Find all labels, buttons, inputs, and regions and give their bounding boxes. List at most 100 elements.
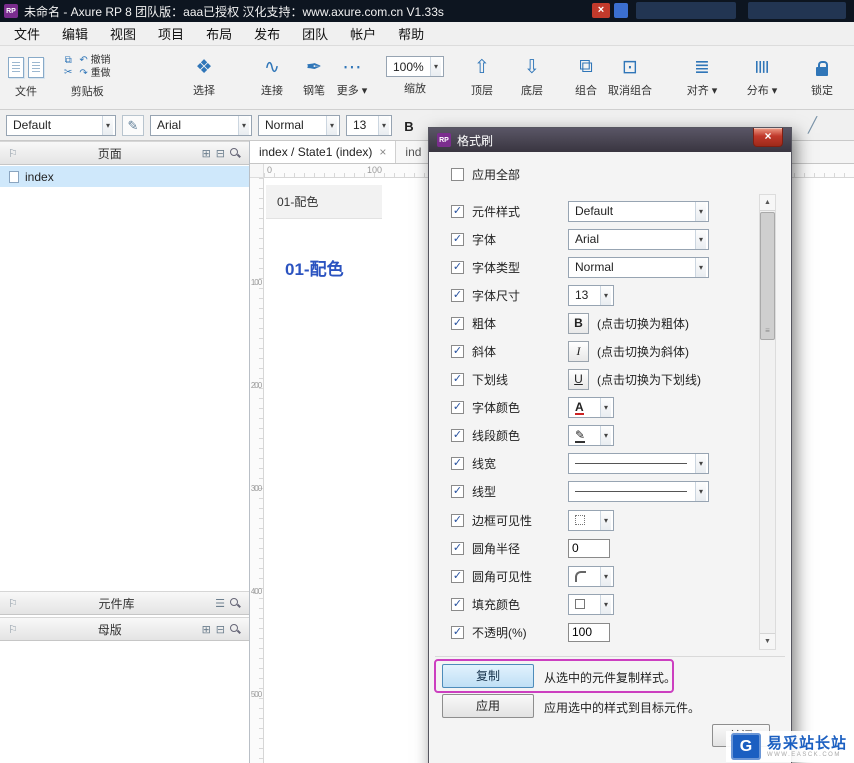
- row-checkbox[interactable]: ✓: [451, 569, 464, 583]
- font-color-picker[interactable]: A ▾: [568, 397, 614, 419]
- zoom-select[interactable]: 100% ▾: [386, 56, 444, 77]
- line-color-picker[interactable]: ✎ ▾: [568, 425, 614, 447]
- dialog-title: 格式刷: [457, 133, 494, 148]
- menu-文件[interactable]: 文件: [8, 24, 46, 43]
- close-icon[interactable]: ×: [379, 145, 386, 159]
- border-visibility-select[interactable]: ▾: [568, 509, 614, 531]
- page-item-index[interactable]: index: [0, 166, 249, 187]
- menu-icon[interactable]: ☰: [215, 597, 225, 610]
- row-checkbox[interactable]: ✓: [451, 260, 464, 274]
- add-master-icon[interactable]: ⊞: [202, 623, 211, 636]
- row-checkbox[interactable]: ✓: [451, 204, 464, 218]
- cut-icon[interactable]: ✂: [64, 67, 72, 79]
- font-size-select[interactable]: 13 ▾: [346, 114, 392, 136]
- format-row: ✓ 字体尺寸 13 ▾: [451, 281, 751, 309]
- connect-icon: ∿: [264, 56, 280, 78]
- row-select[interactable]: Arial ▾: [568, 228, 709, 250]
- row-checkbox[interactable]: ✓: [451, 625, 464, 639]
- row-input[interactable]: [568, 622, 610, 642]
- font-family-value: Arial: [157, 118, 182, 132]
- dialog-titlebar[interactable]: RP 格式刷 ×: [429, 128, 791, 152]
- clipboard-group[interactable]: ⧉ ✂ ↶ 撤销 ↷ 重做 剪贴板: [64, 54, 111, 99]
- line-sample-icon: [575, 491, 687, 493]
- row-input[interactable]: [568, 538, 610, 558]
- row-checkbox[interactable]: ✓: [451, 485, 464, 499]
- new-file-icon[interactable]: [8, 56, 24, 78]
- toolbar-connect-button[interactable]: ∿ 连接: [248, 54, 296, 98]
- row-checkbox[interactable]: ✓: [451, 316, 464, 330]
- apply-all-checkbox[interactable]: [451, 168, 464, 181]
- widget-style-select[interactable]: Default ▾: [6, 114, 116, 136]
- add-folder-icon[interactable]: ⊟: [216, 147, 225, 160]
- scroll-up-icon[interactable]: ▲: [760, 195, 775, 211]
- canvas-heading-widget[interactable]: 01-配色: [285, 255, 344, 280]
- row-checkbox[interactable]: ✓: [451, 232, 464, 246]
- toolbar-align-button[interactable]: ≣ 对齐 ▾: [678, 54, 726, 98]
- apply-button[interactable]: 应用: [442, 694, 534, 718]
- open-file-icon[interactable]: [28, 56, 44, 78]
- row-control: [568, 538, 610, 558]
- toolbar-top-button[interactable]: ⇧ 顶层: [458, 54, 506, 98]
- menu-视图[interactable]: 视图: [104, 24, 142, 43]
- copy-icon[interactable]: ⧉: [64, 55, 72, 67]
- toolbar-group-button[interactable]: ⧉ 组合: [562, 54, 610, 98]
- search-icon[interactable]: [230, 147, 241, 159]
- undo-button[interactable]: ↶ 撤销: [79, 54, 110, 67]
- fill-color-select[interactable]: ▾: [568, 593, 614, 615]
- corner-visibility-select[interactable]: ▾: [568, 565, 614, 587]
- row-checkbox[interactable]: ✓: [451, 457, 464, 471]
- toolbar-more-button[interactable]: ⋯ 更多 ▾: [328, 54, 376, 98]
- menu-团队[interactable]: 团队: [296, 24, 334, 43]
- row-select[interactable]: 13 ▾: [568, 284, 614, 306]
- masters-panel-header: ⚐ 母版 ⊞ ⊟: [0, 617, 249, 641]
- menu-发布[interactable]: 发布: [248, 24, 286, 43]
- chevron-down-icon: ▾: [599, 566, 611, 586]
- add-folder-icon[interactable]: ⊟: [216, 623, 225, 636]
- add-page-icon[interactable]: ⊞: [202, 147, 211, 160]
- row-checkbox[interactable]: ✓: [451, 345, 464, 359]
- file-group[interactable]: 文件: [8, 54, 44, 99]
- dialog-scrollbar[interactable]: ▲ ≡ ▼: [759, 194, 776, 650]
- menu-布局[interactable]: 布局: [200, 24, 238, 43]
- row-checkbox[interactable]: ✓: [451, 513, 464, 527]
- dialog-close-button[interactable]: ×: [753, 128, 783, 147]
- font-family-select[interactable]: Arial ▾: [150, 114, 252, 136]
- toolbar-distribute-button[interactable]: ≣ 分布 ▾: [738, 54, 786, 98]
- toggle-i-button[interactable]: I: [568, 341, 589, 363]
- row-checkbox[interactable]: ✓: [451, 288, 464, 302]
- scroll-down-icon[interactable]: ▼: [760, 633, 775, 649]
- line-select[interactable]: ▾: [568, 453, 709, 475]
- menu-帐户[interactable]: 帐户: [344, 24, 382, 43]
- edit-style-icon[interactable]: ✎: [122, 114, 144, 136]
- search-icon[interactable]: [230, 597, 241, 609]
- redo-button[interactable]: ↷ 重做: [79, 67, 110, 80]
- line-select[interactable]: ▾: [568, 481, 709, 503]
- tab-label: ind: [405, 145, 422, 159]
- scrollbar-thumb[interactable]: ≡: [760, 212, 775, 340]
- toggle-b-button[interactable]: B: [568, 312, 589, 334]
- menu-编辑[interactable]: 编辑: [56, 24, 94, 43]
- menu-项目[interactable]: 项目: [152, 24, 190, 43]
- tab-index-state1[interactable]: index / State1 (index) ×: [250, 141, 397, 163]
- menu-帮助[interactable]: 帮助: [392, 24, 430, 43]
- row-checkbox[interactable]: ✓: [451, 541, 464, 555]
- toggle-u-button[interactable]: U: [568, 369, 589, 391]
- row-checkbox[interactable]: ✓: [451, 597, 464, 611]
- window-close-button[interactable]: ×: [592, 3, 610, 18]
- row-checkbox[interactable]: ✓: [451, 401, 464, 415]
- row-select[interactable]: Default ▾: [568, 200, 709, 222]
- copy-button[interactable]: 复制: [442, 664, 534, 688]
- font-weight-select[interactable]: Normal ▾: [258, 114, 340, 136]
- row-select[interactable]: Normal ▾: [568, 256, 709, 278]
- toolbar-select-button[interactable]: ❖ 选择: [180, 54, 228, 98]
- tab-index-2[interactable]: ind: [396, 141, 432, 163]
- toolbar-ungroup-button[interactable]: ⊡ 取消组合: [606, 54, 654, 98]
- row-checkbox[interactable]: ✓: [451, 373, 464, 387]
- toolbar-lock-button[interactable]: 锁定: [798, 54, 846, 98]
- line-color-icon[interactable]: ╱: [808, 116, 817, 134]
- row-checkbox[interactable]: ✓: [451, 429, 464, 443]
- toolbar-bottom-button[interactable]: ⇩ 底层: [508, 54, 556, 98]
- bold-button[interactable]: B: [398, 115, 420, 136]
- search-icon[interactable]: [230, 623, 241, 635]
- canvas-label-widget[interactable]: 01-配色: [266, 185, 382, 219]
